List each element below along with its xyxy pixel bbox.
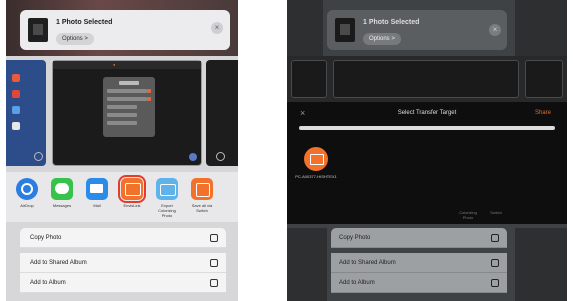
dialog-line: [107, 97, 147, 101]
share-app-ezcast[interactable]: EnvisLink: [118, 175, 146, 208]
background-tile: [515, 228, 567, 301]
share-header: 1 Photo Selected Options > ×: [20, 10, 230, 50]
preview-settings-dialog: [103, 77, 155, 137]
ezcast-icon: [118, 175, 146, 203]
album-icon: [210, 279, 218, 287]
preview-app-main[interactable]: [333, 60, 519, 98]
toggle-icon: [147, 89, 151, 93]
app-label: Colorizing Photo: [459, 210, 477, 220]
share-button[interactable]: Share: [535, 110, 551, 116]
shared-album-icon: [491, 259, 499, 267]
close-icon[interactable]: ×: [489, 24, 501, 36]
page: 1 Photo Selected Options > × ● AirDrop M…: [0, 0, 573, 301]
preview-toolbar: ●: [53, 61, 201, 69]
options-button[interactable]: Options >: [363, 33, 401, 45]
preview-app-right[interactable]: [206, 60, 238, 166]
progress-bar: [299, 126, 555, 130]
switch-icon: [191, 178, 213, 200]
share-app-airdrop[interactable]: AirDrop: [14, 178, 40, 208]
app-icon: [12, 122, 20, 130]
transfer-target-panel: × Select Transfer Target Share PC-A00377…: [287, 102, 567, 224]
left-screenshot: 1 Photo Selected Options > × ● AirDrop M…: [6, 0, 238, 301]
share-app-switch[interactable]: Save all via Switch: [189, 178, 215, 213]
device-monitor-icon[interactable]: [304, 147, 328, 171]
dialog-line: [107, 105, 137, 109]
app-label: AirDrop: [20, 203, 34, 208]
share-header: 1 Photo Selected Options > ×: [327, 10, 507, 50]
app-label: Switch: [490, 210, 502, 215]
action-add-to-shared-album[interactable]: Add to Shared Album: [331, 253, 507, 273]
share-actions-list: Copy Photo Add to Shared Album Add to Al…: [331, 228, 507, 293]
photo-thumbnail: [335, 18, 355, 42]
background-tile: [515, 0, 567, 56]
background-tile: [287, 0, 323, 56]
options-button[interactable]: Options >: [56, 33, 94, 45]
action-label: Add to Shared Album: [30, 260, 87, 266]
app-icon: [12, 74, 20, 82]
copy-icon: [491, 234, 499, 242]
app-label: EnvisLink: [123, 203, 141, 208]
app-preview-carousel: ●: [6, 56, 238, 171]
photo-thumbnail: [28, 18, 48, 42]
copy-icon: [210, 234, 218, 242]
app-label: Mail: [93, 203, 101, 208]
device-label[interactable]: PC-A00377-HISHTEX1: [294, 174, 338, 179]
app-icon: [12, 90, 20, 98]
preview-app-left[interactable]: [6, 60, 46, 166]
share-title: 1 Photo Selected: [56, 19, 113, 26]
close-icon[interactable]: ×: [211, 22, 223, 34]
app-label: Messages: [52, 203, 72, 208]
shared-album-icon: [210, 259, 218, 267]
dialog-line: [107, 113, 137, 117]
select-circle-icon[interactable]: [216, 152, 225, 161]
share-app-mail[interactable]: Mail: [84, 178, 110, 208]
action-label: Copy Photo: [339, 235, 371, 241]
album-icon: [491, 279, 499, 287]
preview-toolbar-title: ●: [113, 62, 116, 67]
action-add-to-album[interactable]: Add to Album: [20, 273, 226, 293]
export-icon: [156, 178, 178, 200]
app-label: Save all via Switch: [191, 203, 213, 213]
share-actions-list: Copy Photo Add to Shared Album Add to Al…: [20, 228, 226, 293]
action-copy-photo[interactable]: Copy Photo: [331, 228, 507, 248]
action-label: Add to Album: [30, 280, 66, 286]
share-title: 1 Photo Selected: [363, 19, 420, 26]
messages-icon: [51, 178, 73, 200]
preview-app-right[interactable]: [525, 60, 563, 98]
airdrop-icon: [16, 178, 38, 200]
mail-icon: [86, 178, 108, 200]
action-label: Add to Shared Album: [339, 260, 396, 266]
app-icon: [12, 106, 20, 114]
preview-app-main[interactable]: ●: [52, 60, 202, 166]
action-label: Copy Photo: [30, 235, 62, 241]
dialog-line: [107, 89, 147, 93]
dialog-title-line: [119, 81, 139, 85]
right-screenshot: 1 Photo Selected Options > × × Select Tr…: [287, 0, 567, 301]
action-copy-photo[interactable]: Copy Photo: [20, 228, 226, 248]
app-preview-carousel: [287, 56, 567, 102]
select-circle-icon[interactable]: [34, 152, 43, 161]
background-tile: [287, 228, 327, 301]
selected-check-icon[interactable]: [189, 153, 197, 161]
share-app-messages[interactable]: Messages: [49, 178, 75, 208]
preview-app-left[interactable]: [291, 60, 327, 98]
share-apps-row: AirDrop Messages Mail EnvisLink Export C…: [6, 172, 238, 222]
dialog-line: [107, 121, 137, 125]
action-add-to-album[interactable]: Add to Album: [331, 273, 507, 293]
app-label: Export Colorizing Photo: [158, 203, 176, 218]
action-add-to-shared-album[interactable]: Add to Shared Album: [20, 253, 226, 273]
share-app-export[interactable]: Export Colorizing Photo: [154, 178, 180, 218]
toggle-icon: [147, 97, 151, 101]
transfer-title: Select Transfer Target: [397, 110, 457, 116]
action-label: Add to Album: [339, 280, 375, 286]
